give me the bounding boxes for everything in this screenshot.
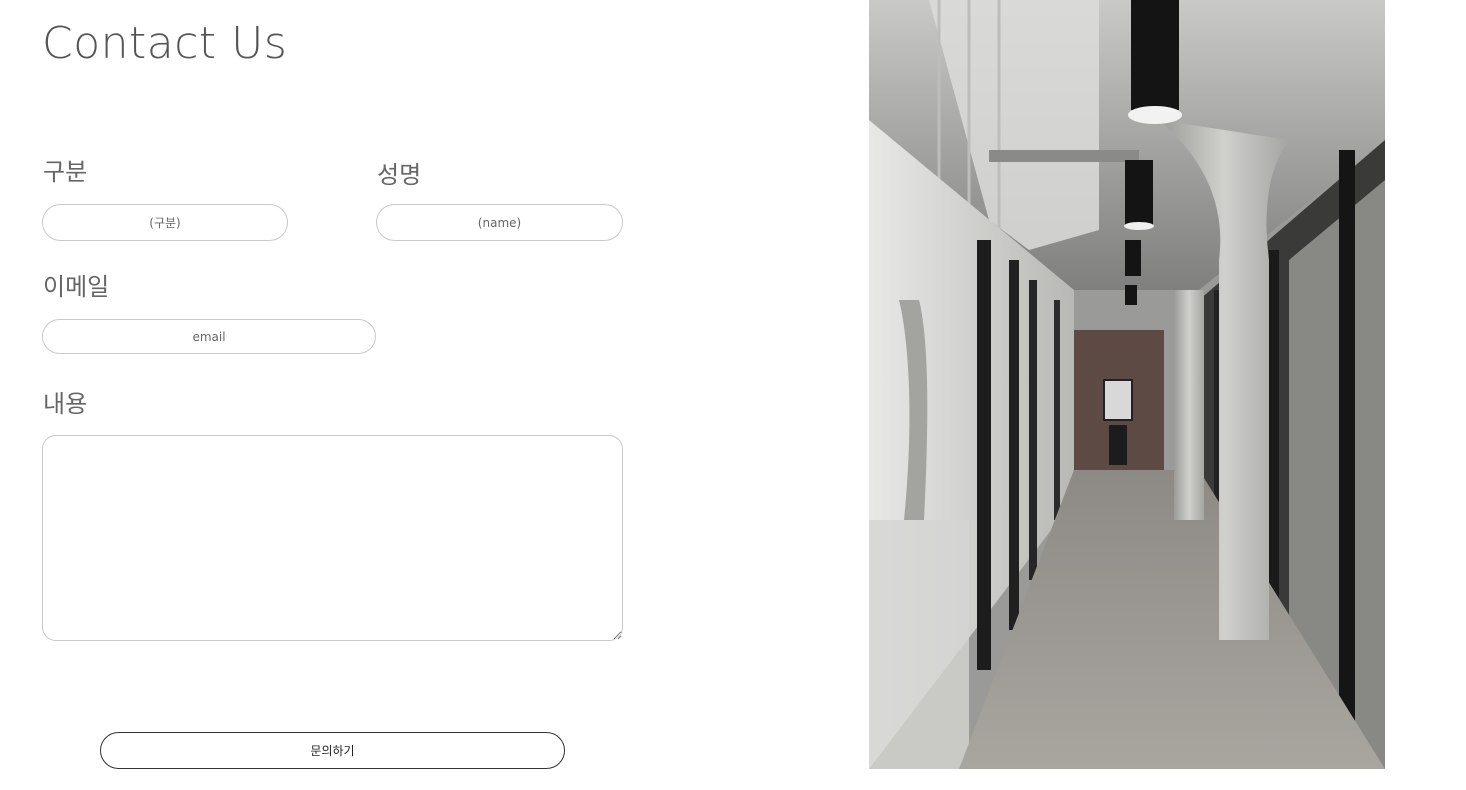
name-input[interactable] xyxy=(376,204,623,241)
office-hallway-photo xyxy=(869,0,1385,769)
email-input[interactable] xyxy=(42,319,376,354)
submit-button[interactable]: 문의하기 xyxy=(100,732,565,769)
message-textarea[interactable] xyxy=(42,435,623,641)
category-input[interactable] xyxy=(42,204,288,241)
email-label: 이메일 xyxy=(43,273,110,301)
page-title: Contact Us xyxy=(42,18,288,69)
category-label: 구분 xyxy=(43,158,88,186)
contact-page: Contact Us 구분 성명 이메일 내용 문의하기 xyxy=(0,0,1466,790)
message-label: 내용 xyxy=(43,390,88,418)
name-label: 성명 xyxy=(377,161,422,189)
